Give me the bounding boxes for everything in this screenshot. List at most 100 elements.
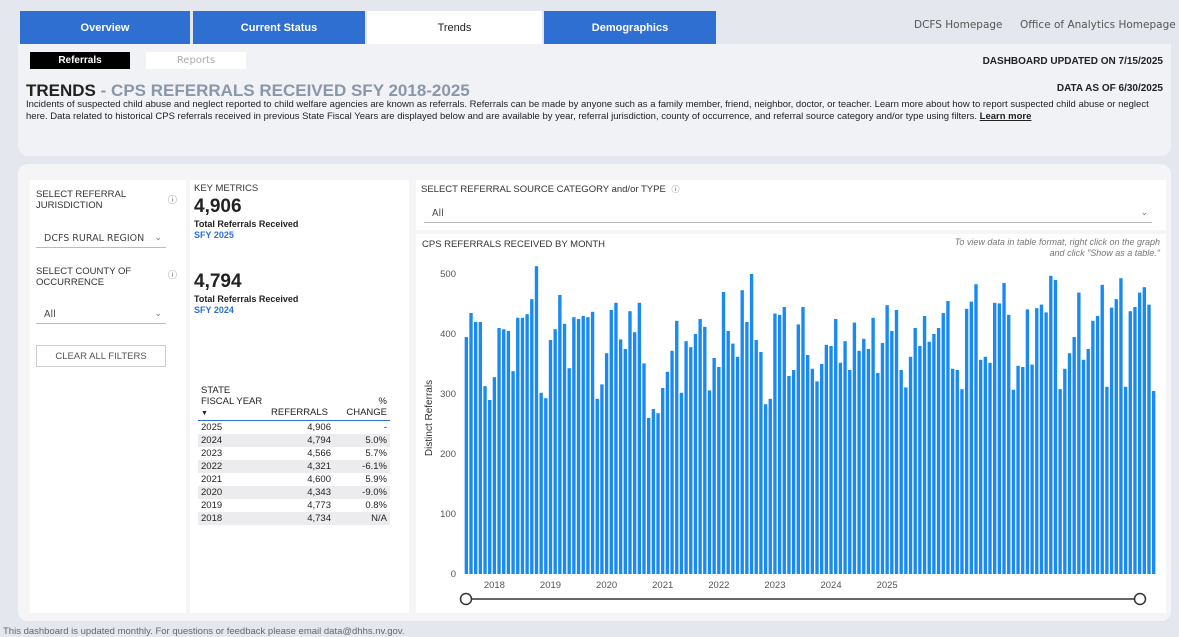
- bar[interactable]: [894, 310, 899, 574]
- bar[interactable]: [1151, 391, 1156, 574]
- info-icon[interactable]: ⓘ: [168, 193, 177, 206]
- subtab-reports[interactable]: Reports: [146, 52, 246, 69]
- bar[interactable]: [988, 362, 992, 574]
- bar[interactable]: [637, 302, 642, 574]
- tab-trends[interactable]: Trends: [367, 11, 542, 44]
- bar[interactable]: [581, 316, 585, 574]
- bar[interactable]: [932, 334, 936, 574]
- bar[interactable]: [801, 307, 805, 574]
- bar[interactable]: [754, 340, 758, 574]
- bar[interactable]: [918, 346, 922, 574]
- col-header-referrals[interactable]: REFERRALS: [268, 385, 334, 421]
- bar[interactable]: [464, 337, 469, 574]
- bar[interactable]: [862, 338, 866, 574]
- bar[interactable]: [1086, 349, 1090, 574]
- bar[interactable]: [721, 292, 726, 574]
- bar[interactable]: [848, 370, 852, 574]
- bar[interactable]: [1067, 353, 1072, 574]
- bar[interactable]: [1058, 389, 1062, 574]
- bar[interactable]: [880, 343, 885, 574]
- bar[interactable]: [586, 317, 590, 574]
- bar[interactable]: [492, 377, 497, 574]
- bar[interactable]: [1035, 308, 1039, 574]
- col-header-year[interactable]: STATE FISCAL YEAR ▼: [198, 385, 268, 421]
- bar[interactable]: [1030, 364, 1034, 574]
- bar[interactable]: [997, 303, 1002, 574]
- bar[interactable]: [618, 339, 623, 574]
- bar[interactable]: [572, 317, 576, 574]
- bar[interactable]: [642, 363, 646, 574]
- bar[interactable]: [548, 340, 553, 574]
- bar[interactable]: [1128, 311, 1132, 574]
- bar[interactable]: [885, 305, 889, 574]
- bar[interactable]: [483, 386, 487, 574]
- bar[interactable]: [539, 392, 543, 574]
- bar[interactable]: [661, 388, 665, 574]
- tab-current-status[interactable]: Current Status: [193, 11, 365, 44]
- bar[interactable]: [1077, 292, 1081, 574]
- bar[interactable]: [871, 317, 875, 574]
- table-row[interactable]: 2024 4,794 5.0%: [198, 434, 390, 447]
- bar[interactable]: [876, 373, 880, 574]
- bar[interactable]: [712, 358, 716, 574]
- bar[interactable]: [562, 323, 567, 574]
- bar[interactable]: [1053, 280, 1058, 574]
- bar[interactable]: [651, 409, 656, 574]
- bar[interactable]: [511, 371, 515, 574]
- bar[interactable]: [796, 324, 800, 574]
- bar[interactable]: [969, 301, 973, 574]
- bar[interactable]: [890, 331, 894, 574]
- bar[interactable]: [1095, 316, 1100, 574]
- bar[interactable]: [913, 328, 917, 574]
- bar[interactable]: [1123, 386, 1128, 574]
- bar[interactable]: [675, 320, 679, 574]
- learn-more-link[interactable]: Learn more: [980, 111, 1032, 122]
- bar[interactable]: [964, 308, 969, 574]
- bar[interactable]: [960, 389, 964, 574]
- bar[interactable]: [852, 322, 857, 574]
- subtab-referrals[interactable]: Referrals: [30, 52, 130, 69]
- range-slider-handle-start[interactable]: [459, 592, 473, 606]
- bar[interactable]: [1016, 365, 1020, 574]
- bar[interactable]: [1114, 299, 1118, 574]
- info-icon[interactable]: ⓘ: [671, 185, 679, 194]
- bar[interactable]: [908, 356, 913, 574]
- bar[interactable]: [544, 398, 548, 574]
- bar[interactable]: [820, 364, 824, 574]
- bar[interactable]: [1044, 312, 1048, 574]
- bar[interactable]: [1119, 278, 1123, 574]
- bar[interactable]: [1081, 359, 1086, 574]
- bar[interactable]: [941, 313, 945, 574]
- bar[interactable]: [703, 326, 707, 574]
- bar[interactable]: [810, 368, 815, 574]
- bar[interactable]: [600, 384, 604, 574]
- bar[interactable]: [904, 387, 908, 574]
- county-dropdown[interactable]: All ⌄: [36, 305, 166, 324]
- bar[interactable]: [628, 311, 632, 574]
- bar[interactable]: [740, 290, 744, 574]
- bar[interactable]: [834, 319, 838, 574]
- bar[interactable]: [520, 317, 525, 574]
- bar[interactable]: [1147, 304, 1151, 574]
- bar[interactable]: [684, 341, 688, 574]
- bar[interactable]: [698, 319, 702, 574]
- bar[interactable]: [609, 310, 613, 574]
- tab-overview[interactable]: Overview: [20, 11, 190, 44]
- bar[interactable]: [1142, 287, 1146, 574]
- info-icon[interactable]: ⓘ: [168, 268, 177, 281]
- bar[interactable]: [590, 311, 595, 574]
- bar[interactable]: [474, 322, 478, 574]
- bar[interactable]: [502, 329, 506, 574]
- bar[interactable]: [974, 284, 978, 574]
- bar[interactable]: [534, 266, 539, 574]
- bar[interactable]: [1100, 284, 1104, 574]
- bar[interactable]: [946, 301, 950, 574]
- bar[interactable]: [679, 392, 684, 574]
- bar[interactable]: [843, 341, 847, 574]
- bar[interactable]: [838, 362, 843, 574]
- bar[interactable]: [469, 313, 473, 574]
- monthly-referrals-chart[interactable]: 0 100 200 300 400 500 Distinct Referrals 2018 20…: [416, 234, 1166, 613]
- bar[interactable]: [866, 349, 871, 574]
- bar[interactable]: [745, 322, 749, 574]
- bar[interactable]: [955, 370, 959, 574]
